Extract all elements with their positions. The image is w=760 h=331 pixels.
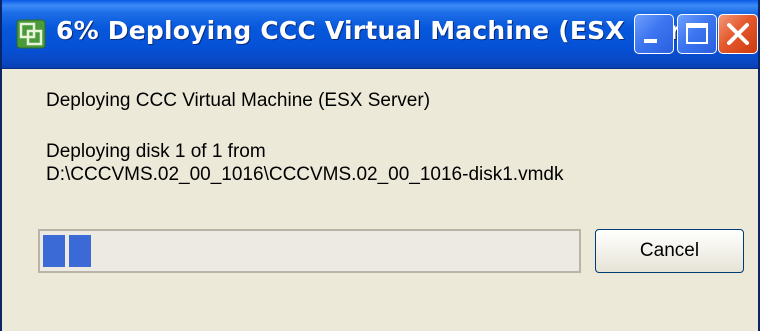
minimize-button[interactable] — [634, 14, 674, 54]
status-text-line1: Deploying disk 1 of 1 from — [46, 141, 266, 162]
title-bar[interactable]: 6% Deploying CCC Virtual Machine (ESX Se… — [2, 0, 758, 69]
close-button[interactable] — [718, 14, 758, 54]
maximize-icon — [686, 23, 708, 44]
progress-bar-fill — [43, 235, 91, 267]
deploy-heading: Deploying CCC Virtual Machine (ESX Serve… — [46, 90, 431, 111]
cancel-button[interactable]: Cancel — [595, 229, 744, 273]
deploy-progress-window: 6% Deploying CCC Virtual Machine (ESX Se… — [0, 0, 760, 331]
window-title: 6% Deploying CCC Virtual Machine (ESX Se… — [56, 16, 708, 45]
minimize-icon — [644, 39, 657, 43]
maximize-button[interactable] — [677, 14, 717, 54]
progress-bar — [38, 229, 581, 273]
close-icon — [727, 23, 749, 45]
dialog-body: Deploying CCC Virtual Machine (ESX Serve… — [2, 69, 758, 331]
vmware-app-icon — [16, 19, 46, 49]
status-text-file-path: D:\CCCVMS.02_00_1016\CCCVMS.02_00_1016-d… — [46, 164, 564, 185]
